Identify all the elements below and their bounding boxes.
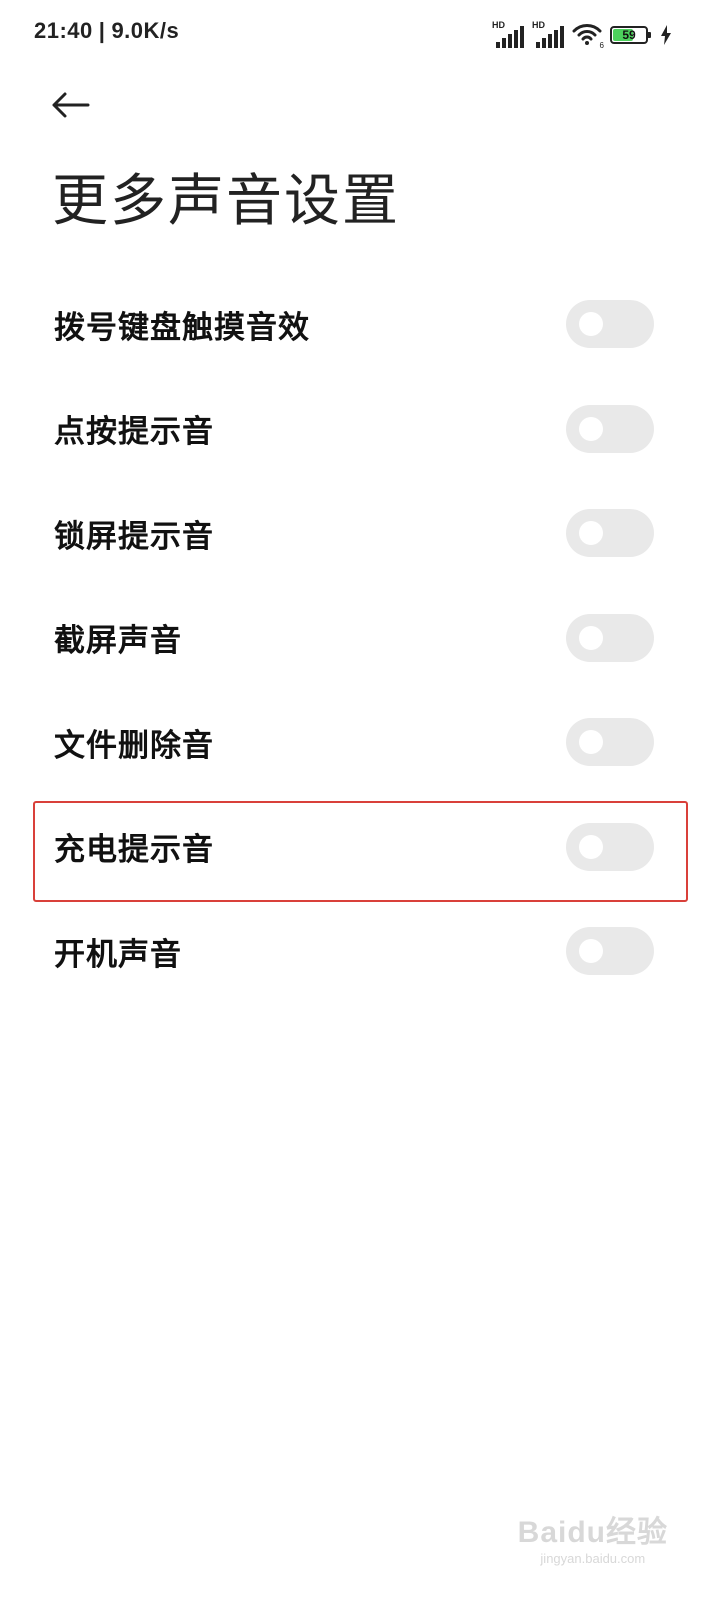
page-title: 更多声音设置 xyxy=(52,169,400,234)
status-icons: HD HD 6 59 xyxy=(492,20,672,50)
toggle-knob xyxy=(579,521,603,546)
back-button[interactable] xyxy=(40,80,100,130)
setting-row-dialpad-touch-sound[interactable]: 拨号键盘触摸音效 xyxy=(0,272,720,377)
wifi-label: 6 xyxy=(599,41,604,50)
setting-label: 拨号键盘触摸音效 xyxy=(54,309,310,346)
setting-label: 开机声音 xyxy=(54,936,182,973)
settings-list: 拨号键盘触摸音效 点按提示音 锁屏提示音 截屏声音 文件删除音 充电提示音 开机… xyxy=(0,272,720,1004)
screenshot-sound-toggle[interactable] xyxy=(566,613,654,662)
setting-row-screenshot-sound[interactable]: 截屏声音 xyxy=(0,586,720,691)
wifi-icon: 6 xyxy=(572,22,604,50)
network-speed: 9.0K/s xyxy=(111,18,180,43)
status-time: 21:40 xyxy=(34,18,93,43)
watermark: Baidu经验 jingyan.baidu.com xyxy=(518,1507,668,1566)
setting-row-boot-sound[interactable]: 开机声音 xyxy=(0,899,720,1004)
charging-sound-toggle[interactable] xyxy=(566,822,654,871)
dialpad-touch-sound-toggle[interactable] xyxy=(566,300,654,349)
toggle-knob xyxy=(579,834,603,859)
watermark-url: jingyan.baidu.com xyxy=(540,1551,646,1566)
status-bar: 21:40 | 9.0K/s HD HD 6 59 xyxy=(0,0,720,70)
tap-sound-toggle[interactable] xyxy=(566,404,654,453)
setting-row-charging-sound[interactable]: 充电提示音 xyxy=(0,795,720,900)
setting-row-tap-sound[interactable]: 点按提示音 xyxy=(0,377,720,482)
boot-sound-toggle[interactable] xyxy=(566,927,654,976)
lock-screen-sound-toggle[interactable] xyxy=(566,509,654,558)
battery-icon: 59 xyxy=(610,26,651,44)
setting-row-lock-screen-sound[interactable]: 锁屏提示音 xyxy=(0,481,720,586)
setting-label: 点按提示音 xyxy=(54,414,214,451)
setting-row-file-delete-sound[interactable]: 文件删除音 xyxy=(0,690,720,795)
file-delete-sound-toggle[interactable] xyxy=(566,718,654,767)
toggle-knob xyxy=(579,416,603,441)
toggle-knob xyxy=(579,939,603,964)
toggle-knob xyxy=(579,312,603,337)
arrow-left-icon xyxy=(52,92,90,118)
setting-label: 文件删除音 xyxy=(54,727,214,764)
status-separator: | xyxy=(98,18,106,43)
setting-label: 锁屏提示音 xyxy=(54,518,214,555)
charging-bolt-icon xyxy=(661,25,671,45)
cellular-signal-icon: HD xyxy=(492,20,524,48)
status-left: 21:40 | 9.0K/s xyxy=(34,18,179,44)
cellular-signal-icon: HD xyxy=(532,20,564,48)
setting-label: 充电提示音 xyxy=(54,832,214,869)
watermark-logo: Baidu经验 xyxy=(517,1516,668,1549)
setting-label: 截屏声音 xyxy=(54,623,182,660)
battery-level: 59 xyxy=(622,28,636,42)
toggle-knob xyxy=(579,625,603,650)
toggle-knob xyxy=(579,730,603,755)
